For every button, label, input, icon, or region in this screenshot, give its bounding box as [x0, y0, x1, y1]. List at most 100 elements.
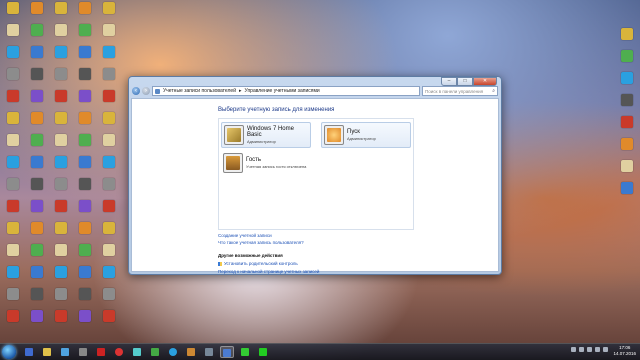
desktop-shortcut-icon[interactable]	[2, 46, 24, 58]
taskbar-app-1[interactable]	[22, 346, 36, 358]
taskbar-app-14[interactable]	[256, 346, 270, 358]
desktop-shortcut-icon[interactable]	[616, 72, 638, 84]
desktop-shortcut-icon[interactable]	[2, 112, 24, 124]
user-accounts-window[interactable]: – □ ✕ ‹ › Учетные записи пользователей ▸…	[128, 76, 502, 275]
desktop-shortcut-icon[interactable]	[74, 244, 96, 256]
account-item-windows7[interactable]: Windows 7 Home Basic Администратор	[221, 122, 311, 148]
desktop-shortcut-icon[interactable]	[616, 50, 638, 62]
desktop-shortcut-icon[interactable]	[98, 24, 120, 36]
desktop-shortcut-icon[interactable]	[98, 266, 120, 278]
parental-control-link[interactable]: Установить родительский контроль	[218, 261, 298, 266]
breadcrumb-item-2[interactable]: Управление учетными записями	[245, 88, 320, 94]
desktop-shortcut-icon[interactable]	[98, 156, 120, 168]
desktop-shortcut-icon[interactable]	[2, 68, 24, 80]
taskbar-app-3[interactable]	[58, 346, 72, 358]
what-is-account-link[interactable]: Что такое учетная запись пользователя?	[218, 240, 304, 245]
desktop-shortcut-icon[interactable]	[616, 116, 638, 128]
taskbar-app-11[interactable]	[202, 346, 216, 358]
network-icon[interactable]	[603, 347, 608, 352]
taskbar-app-10[interactable]	[184, 346, 198, 358]
tray-icon[interactable]	[587, 347, 592, 352]
maximize-button[interactable]: □	[457, 77, 473, 86]
desktop-shortcut-icon[interactable]	[50, 68, 72, 80]
taskbar-app-control-panel[interactable]	[220, 346, 234, 358]
desktop-shortcut-icon[interactable]	[2, 2, 24, 14]
desktop-shortcut-icon[interactable]	[2, 310, 24, 322]
desktop-shortcut-icon[interactable]	[2, 178, 24, 190]
desktop-shortcut-icon[interactable]	[98, 46, 120, 58]
desktop-shortcut-icon[interactable]	[26, 288, 48, 300]
desktop-shortcut-icon[interactable]	[50, 90, 72, 102]
desktop-shortcut-icon[interactable]	[74, 112, 96, 124]
desktop-shortcut-icon[interactable]	[98, 222, 120, 234]
desktop-shortcut-icon[interactable]	[74, 310, 96, 322]
desktop-shortcut-icon[interactable]	[74, 178, 96, 190]
desktop-shortcut-icon[interactable]	[98, 90, 120, 102]
desktop-shortcut-icon[interactable]	[26, 24, 48, 36]
desktop-shortcut-icon[interactable]	[98, 288, 120, 300]
desktop-shortcut-icon[interactable]	[26, 112, 48, 124]
taskbar-app-7[interactable]	[130, 346, 144, 358]
desktop-shortcut-icon[interactable]	[98, 112, 120, 124]
desktop-shortcut-icon[interactable]	[26, 68, 48, 80]
taskbar-app-8[interactable]	[148, 346, 162, 358]
desktop-shortcut-icon[interactable]	[50, 244, 72, 256]
desktop-shortcut-icon[interactable]	[26, 178, 48, 190]
tray-icon[interactable]	[579, 347, 584, 352]
desktop-shortcut-icon[interactable]	[98, 310, 120, 322]
desktop-shortcut-icon[interactable]	[98, 200, 120, 212]
taskbar-app-5[interactable]	[94, 346, 108, 358]
desktop-shortcut-icon[interactable]	[98, 134, 120, 146]
desktop-shortcut-icon[interactable]	[2, 244, 24, 256]
desktop-shortcut-icon[interactable]	[2, 90, 24, 102]
desktop-shortcut-icon[interactable]	[98, 2, 120, 14]
desktop-shortcut-icon[interactable]	[26, 2, 48, 14]
desktop-shortcut-icon[interactable]	[26, 46, 48, 58]
search-icon[interactable]: ⌕	[492, 88, 497, 94]
desktop-shortcut-icon[interactable]	[50, 288, 72, 300]
taskbar-app-9[interactable]	[166, 346, 180, 358]
desktop-shortcut-icon[interactable]	[50, 200, 72, 212]
desktop-shortcut-icon[interactable]	[74, 200, 96, 212]
volume-icon[interactable]	[595, 347, 600, 352]
taskbar-app-2[interactable]	[40, 346, 54, 358]
desktop-shortcut-icon[interactable]	[74, 68, 96, 80]
taskbar-app-4[interactable]	[76, 346, 90, 358]
start-button[interactable]	[2, 345, 16, 359]
taskbar-app-13[interactable]	[238, 346, 252, 358]
desktop-shortcut-icon[interactable]	[50, 156, 72, 168]
window-titlebar[interactable]: – □ ✕	[129, 77, 501, 86]
desktop-shortcut-icon[interactable]	[26, 266, 48, 278]
desktop-shortcut-icon[interactable]	[74, 156, 96, 168]
tray-icon[interactable]	[571, 347, 576, 352]
main-page-link[interactable]: Переход к начальной странице учетных зап…	[218, 269, 319, 274]
desktop-shortcut-icon[interactable]	[26, 156, 48, 168]
close-button[interactable]: ✕	[473, 77, 497, 86]
desktop-shortcut-icon[interactable]	[74, 46, 96, 58]
desktop-shortcut-icon[interactable]	[616, 28, 638, 40]
search-input[interactable]: Поиск в панели управления ⌕	[422, 86, 498, 96]
desktop-shortcut-icon[interactable]	[616, 182, 638, 194]
back-button[interactable]: ‹	[132, 87, 140, 95]
desktop-shortcut-icon[interactable]	[50, 134, 72, 146]
desktop-shortcut-icon[interactable]	[2, 156, 24, 168]
taskbar-app-6[interactable]	[112, 346, 126, 358]
desktop-shortcut-icon[interactable]	[50, 178, 72, 190]
desktop-shortcut-icon[interactable]	[616, 138, 638, 150]
desktop-shortcut-icon[interactable]	[26, 244, 48, 256]
desktop-shortcut-icon[interactable]	[2, 24, 24, 36]
desktop-shortcut-icon[interactable]	[2, 134, 24, 146]
desktop-shortcut-icon[interactable]	[2, 266, 24, 278]
desktop-shortcut-icon[interactable]	[2, 222, 24, 234]
desktop-shortcut-icon[interactable]	[26, 90, 48, 102]
desktop-shortcut-icon[interactable]	[616, 160, 638, 172]
desktop-shortcut-icon[interactable]	[50, 266, 72, 278]
desktop-shortcut-icon[interactable]	[50, 112, 72, 124]
account-item-pusk[interactable]: Пуск Администратор	[321, 122, 411, 148]
desktop-shortcut-icon[interactable]	[74, 266, 96, 278]
desktop-shortcut-icon[interactable]	[2, 288, 24, 300]
clock[interactable]: 17:06 14.07.2016	[613, 345, 636, 357]
desktop-shortcut-icon[interactable]	[74, 288, 96, 300]
desktop-shortcut-icon[interactable]	[50, 24, 72, 36]
desktop-shortcut-icon[interactable]	[74, 222, 96, 234]
